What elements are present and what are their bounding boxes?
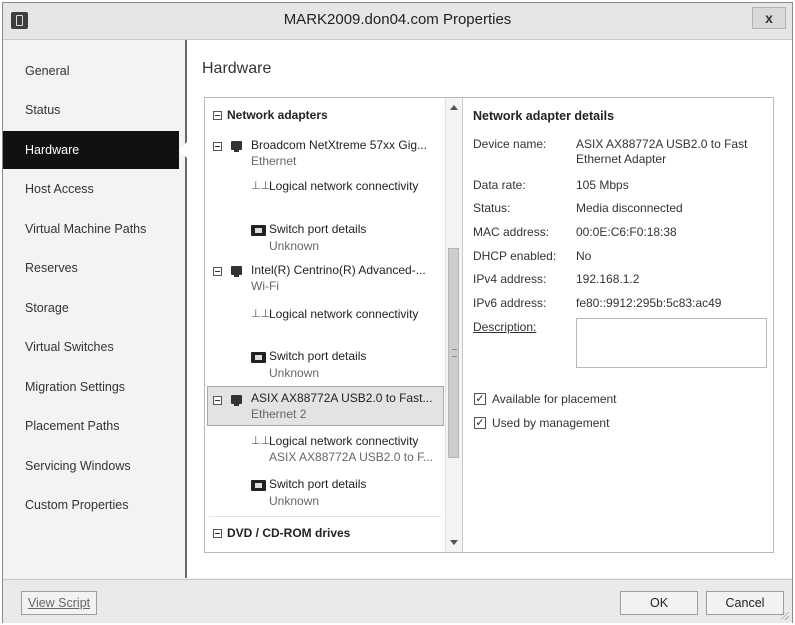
switch-port-icon bbox=[251, 225, 266, 236]
network-connectivity-icon: ⊥⊥ bbox=[251, 180, 271, 192]
tree-adapter-3-logical-network: ASIX AX88772A USB2.0 to F... bbox=[269, 450, 434, 464]
network-card-icon bbox=[231, 141, 242, 152]
nav-item-virtual-machine-paths[interactable]: Virtual Machine Paths bbox=[3, 210, 185, 248]
switch-port-icon bbox=[251, 480, 266, 491]
dhcp-enabled-value: No bbox=[576, 249, 592, 263]
hardware-panel: Network adapters Broadcom NetXtreme 57xx… bbox=[204, 97, 774, 553]
resize-grip-icon[interactable] bbox=[781, 612, 789, 620]
tree-group-network-adapters[interactable]: Network adapters bbox=[227, 108, 328, 122]
ipv4-address-label: IPv4 address: bbox=[473, 272, 547, 286]
tree-adapter-1-switch-status: Unknown bbox=[269, 239, 320, 253]
collapse-network-adapters-icon[interactable] bbox=[213, 111, 222, 120]
device-name-label: Device name: bbox=[473, 137, 547, 151]
status-label: Status: bbox=[473, 201, 511, 215]
nav-item-hardware[interactable]: Hardware bbox=[3, 131, 187, 169]
tree-separator bbox=[209, 516, 441, 517]
close-button[interactable]: x bbox=[752, 7, 786, 29]
available-for-placement-label[interactable]: Available for placement bbox=[492, 392, 617, 406]
nav-item-migration-settings[interactable]: Migration Settings bbox=[3, 368, 185, 406]
collapse-adapter-2-icon[interactable] bbox=[213, 267, 222, 276]
tree-adapter-1-name[interactable]: Broadcom NetXtreme 57xx Gig... bbox=[251, 138, 427, 152]
ipv6-address-value: fe80::9912:295b:5c83:ac49 bbox=[576, 296, 722, 310]
used-by-management-label[interactable]: Used by management bbox=[492, 416, 609, 430]
tree-adapter-3-switch[interactable]: Switch port details bbox=[269, 477, 366, 491]
dhcp-enabled-label: DHCP enabled: bbox=[473, 249, 557, 263]
network-card-icon bbox=[231, 266, 242, 277]
network-card-icon bbox=[231, 395, 242, 406]
properties-window: MARK2009.don04.com Properties x General … bbox=[2, 2, 793, 623]
nav-item-storage[interactable]: Storage bbox=[3, 289, 185, 327]
collapse-adapter-3-icon[interactable] bbox=[213, 396, 222, 405]
tree-adapter-2-logical[interactable]: Logical network connectivity bbox=[269, 307, 418, 321]
title-bar: MARK2009.don04.com Properties x bbox=[3, 3, 792, 40]
description-label: Description: bbox=[473, 320, 537, 334]
switch-port-icon bbox=[251, 352, 266, 363]
description-field[interactable] bbox=[576, 318, 767, 368]
scroll-thumb[interactable] bbox=[448, 248, 459, 458]
cancel-button[interactable]: Cancel bbox=[706, 591, 784, 615]
tree-group-dvd-drives[interactable]: DVD / CD-ROM drives bbox=[227, 526, 350, 540]
tree-adapter-3-name[interactable]: ASIX AX88772A USB2.0 to Fast... bbox=[251, 391, 432, 405]
status-value: Media disconnected bbox=[576, 201, 683, 215]
nav-item-custom-properties[interactable]: Custom Properties bbox=[3, 486, 185, 524]
dialog-footer: View Script OK Cancel bbox=[3, 579, 792, 623]
tree-adapter-1-logical[interactable]: Logical network connectivity bbox=[269, 179, 418, 193]
network-connectivity-icon: ⊥⊥ bbox=[251, 308, 271, 320]
tree-adapter-2-name[interactable]: Intel(R) Centrino(R) Advanced-... bbox=[251, 263, 426, 277]
data-rate-label: Data rate: bbox=[473, 178, 526, 192]
hardware-tree[interactable]: Network adapters Broadcom NetXtreme 57xx… bbox=[205, 98, 463, 552]
tree-adapter-2-type: Wi-Fi bbox=[251, 279, 279, 293]
tree-adapter-3-logical[interactable]: Logical network connectivity bbox=[269, 434, 418, 448]
mac-address-label: MAC address: bbox=[473, 225, 550, 239]
network-connectivity-icon: ⊥⊥ bbox=[251, 435, 271, 447]
used-by-management-checkbox[interactable]: ✓ bbox=[474, 417, 486, 429]
tree-adapter-1-switch[interactable]: Switch port details bbox=[269, 222, 366, 236]
tree-adapter-2-switch[interactable]: Switch port details bbox=[269, 349, 366, 363]
nav-item-general[interactable]: General bbox=[3, 52, 185, 90]
tree-adapter-3-type: Ethernet 2 bbox=[251, 407, 307, 421]
details-header: Network adapter details bbox=[473, 109, 615, 123]
scroll-down-arrow-icon[interactable] bbox=[450, 540, 458, 545]
data-rate-value: 105 Mbps bbox=[576, 178, 629, 192]
view-script-button[interactable]: View Script bbox=[21, 591, 97, 615]
settings-nav: General Status Hardware Host Access Virt… bbox=[3, 40, 187, 578]
tree-adapter-2-switch-status: Unknown bbox=[269, 366, 320, 380]
nav-item-servicing-windows[interactable]: Servicing Windows bbox=[3, 447, 185, 485]
device-name-value: ASIX AX88772A USB2.0 to Fast Ethernet Ad… bbox=[576, 137, 748, 166]
ipv6-address-label: IPv6 address: bbox=[473, 296, 547, 310]
nav-item-virtual-switches[interactable]: Virtual Switches bbox=[3, 328, 185, 366]
tree-adapter-1-type: Ethernet bbox=[251, 154, 297, 168]
ok-button[interactable]: OK bbox=[620, 591, 698, 615]
tree-scrollbar[interactable] bbox=[445, 98, 462, 552]
ipv4-address-value: 192.168.1.2 bbox=[576, 272, 640, 286]
scroll-up-arrow-icon[interactable] bbox=[450, 105, 458, 110]
collapse-dvd-icon[interactable] bbox=[213, 529, 222, 538]
nav-item-status[interactable]: Status bbox=[3, 91, 185, 129]
adapter-details: Network adapter details Device name: ASI… bbox=[473, 98, 773, 552]
nav-item-reserves[interactable]: Reserves bbox=[3, 249, 185, 287]
nav-item-placement-paths[interactable]: Placement Paths bbox=[3, 407, 185, 445]
window-title: MARK2009.don04.com Properties bbox=[283, 11, 512, 28]
nav-item-host-access[interactable]: Host Access bbox=[3, 170, 185, 208]
collapse-adapter-1-icon[interactable] bbox=[213, 142, 222, 151]
main-content: Hardware Network adapters Broadcom NetXt… bbox=[187, 40, 792, 578]
available-for-placement-checkbox[interactable]: ✓ bbox=[474, 393, 486, 405]
scroll-grip-icon bbox=[452, 349, 457, 357]
mac-address-value: 00:0E:C6:F0:18:38 bbox=[576, 225, 677, 239]
tree-adapter-3-switch-status: Unknown bbox=[269, 494, 320, 508]
page-title: Hardware bbox=[202, 60, 272, 77]
